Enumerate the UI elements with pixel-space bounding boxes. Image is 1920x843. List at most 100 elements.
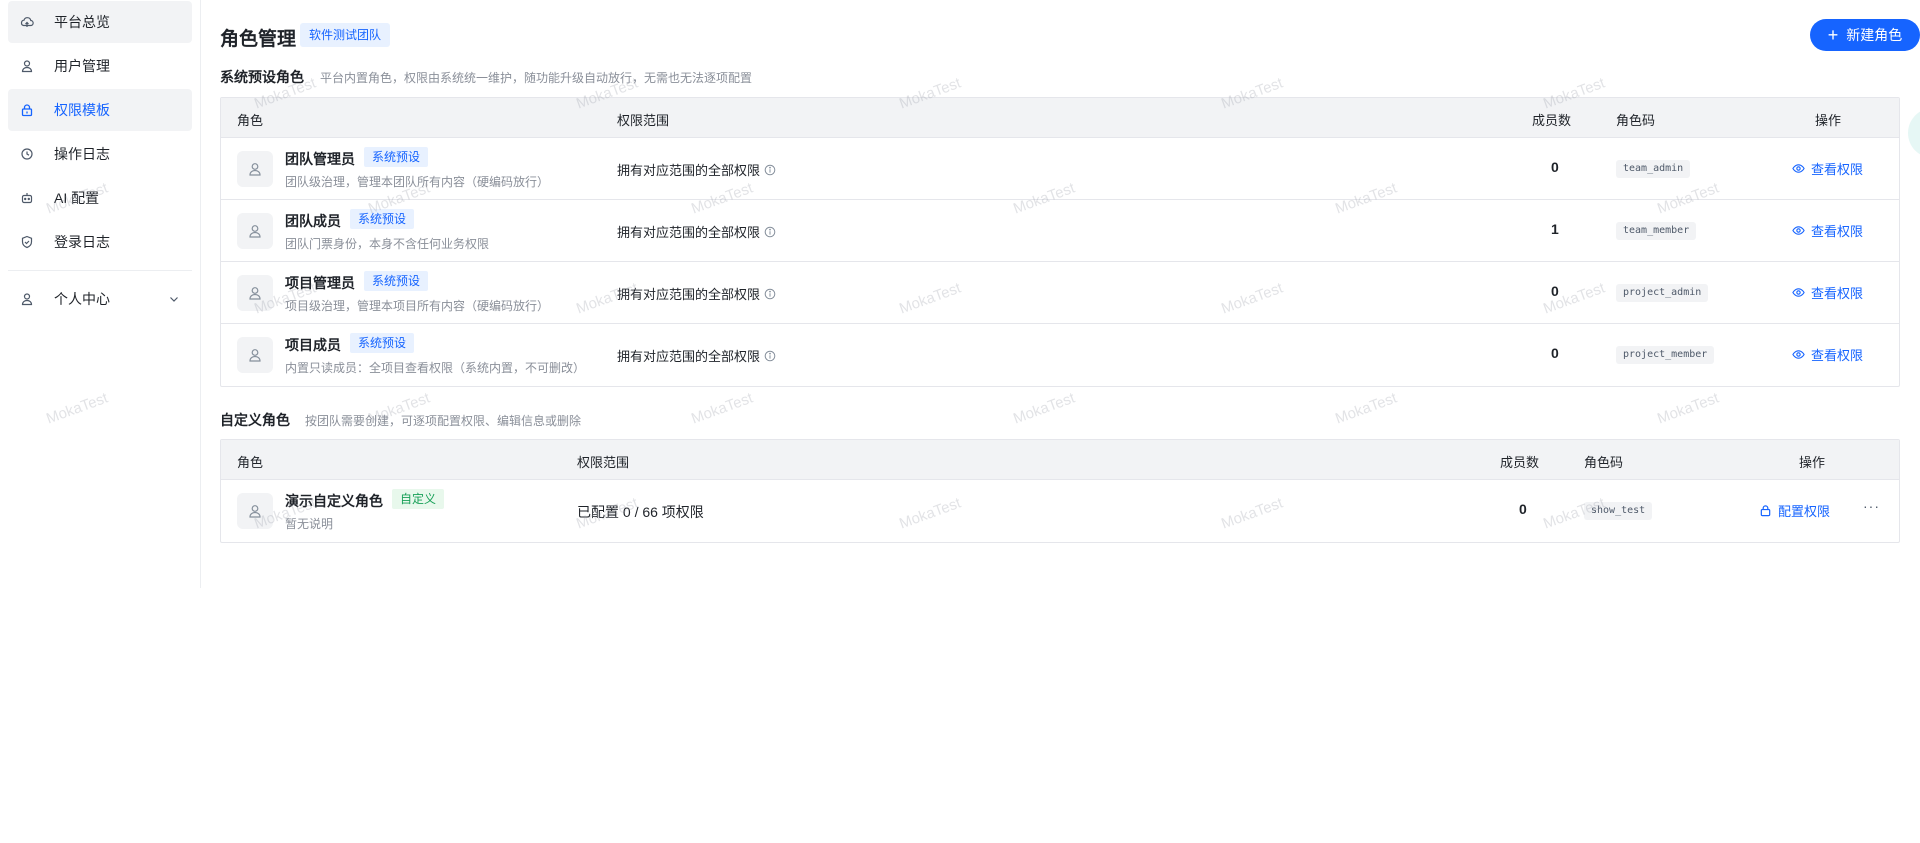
role-tag: 系统预设 (350, 333, 415, 353)
role-tag: 系统预设 (364, 271, 429, 291)
role-code: team_admin (1616, 160, 1691, 178)
view-permissions-link[interactable]: 查看权限 (1792, 159, 1863, 178)
user-icon (20, 292, 34, 306)
sidebar-item-label: 平台总览 (54, 14, 110, 30)
avatar (237, 493, 273, 529)
scope-text: 拥有对应范围的全部权限 (617, 225, 761, 240)
role-name: 团队成员 (285, 213, 341, 229)
table-row: 团队成员 系统预设 团队门票身份，本身不含任何业务权限 拥有对应范围的全部权限 … (221, 200, 1899, 262)
view-permissions-link[interactable]: 查看权限 (1792, 345, 1863, 364)
eye-icon (1792, 286, 1805, 299)
permission-scope: 拥有对应范围的全部权限 (617, 222, 776, 241)
sidebar-item-personal-center[interactable]: 个人中心 (8, 278, 192, 320)
lock-icon (20, 103, 34, 117)
table-row: 团队管理员 系统预设 团队级治理，管理本团队所有内容（硬编码放行） 拥有对应范围… (221, 138, 1899, 200)
custom-roles-table: 角色 权限范围 成员数 角色码 操作 演示自定义角色 自定义 暂无说明 已配置 … (220, 439, 1900, 543)
eye-icon (1792, 162, 1805, 175)
watermark-text: MokaTest (1333, 389, 1400, 428)
sidebar-item-permission-templates[interactable]: 权限模板 (8, 89, 192, 131)
new-role-button[interactable]: + 新建角色 (1810, 19, 1920, 51)
sidebar-item-label: 登录日志 (54, 234, 110, 250)
sidebar-item-label: 操作日志 (54, 146, 110, 162)
watermark-text: MokaTest (689, 389, 756, 428)
custom-section-desc: 按团队需要创建，可逐项配置权限、编辑信息或删除 (305, 414, 582, 428)
system-section-desc: 平台内置角色，权限由系统统一维护，随功能升级自动放行，无需也无法逐项配置 (320, 71, 753, 85)
sidebar-item-operation-log[interactable]: 操作日志 (8, 133, 192, 175)
info-icon[interactable] (764, 226, 776, 238)
column-actions: 操作 (1815, 113, 1842, 128)
info-icon[interactable] (764, 164, 776, 176)
plus-icon: + (1827, 25, 1839, 45)
info-icon[interactable] (764, 350, 776, 362)
permission-scope: 拥有对应范围的全部权限 (617, 160, 776, 179)
sidebar-item-login-log[interactable]: 登录日志 (8, 221, 192, 263)
scope-text: 拥有对应范围的全部权限 (617, 287, 761, 302)
column-members: 成员数 (1532, 113, 1572, 128)
watermark-text: MokaTest (1011, 389, 1078, 428)
table-header: 角色 权限范围 成员数 角色码 操作 (221, 98, 1899, 138)
sidebar: 平台总览 用户管理 权限模板 操作日志 AI 配置 登录日志 个人中心 (0, 0, 201, 588)
eye-icon (1792, 348, 1805, 361)
role-tag: 系统预设 (364, 147, 429, 167)
member-count: 0 (1551, 345, 1559, 361)
sidebar-item-user-management[interactable]: 用户管理 (8, 45, 192, 87)
avatar (237, 151, 273, 187)
view-permissions-link[interactable]: 查看权限 (1792, 221, 1863, 240)
sidebar-item-platform-overview[interactable]: 平台总览 (8, 1, 192, 43)
team-tag: 软件测试团队 (300, 23, 391, 47)
column-scope: 权限范围 (617, 113, 670, 128)
avatar (237, 275, 273, 311)
column-code: 角色码 (1584, 455, 1624, 470)
role-name: 项目成员 (285, 337, 341, 353)
eye-icon (1792, 224, 1805, 237)
action-label: 查看权限 (1811, 224, 1864, 239)
custom-section-title: 自定义角色 (220, 412, 290, 428)
action-label: 查看权限 (1811, 286, 1864, 301)
role-name: 演示自定义角色 (285, 493, 383, 509)
floating-assistant-button[interactable] (1908, 108, 1920, 158)
role-desc: 内置只读成员：全项目查看权限（系统内置，不可删改） (285, 361, 586, 375)
cloud-icon (20, 15, 34, 29)
scope-text: 拥有对应范围的全部权限 (617, 163, 761, 178)
user-icon (20, 59, 34, 73)
view-permissions-link[interactable]: 查看权限 (1792, 283, 1863, 302)
sidebar-item-label: AI 配置 (54, 190, 100, 206)
table-row: 项目管理员 系统预设 项目级治理，管理本项目所有内容（硬编码放行） 拥有对应范围… (221, 262, 1899, 324)
avatar (237, 213, 273, 249)
action-label: 配置权限 (1778, 504, 1831, 519)
action-label: 查看权限 (1811, 162, 1864, 177)
role-desc: 团队门票身份，本身不含任何业务权限 (285, 237, 490, 251)
system-roles-table: 角色 权限范围 成员数 角色码 操作 团队管理员 系统预设 团队级治理，管理本团… (220, 97, 1900, 387)
scope-text: 拥有对应范围的全部权限 (617, 349, 761, 364)
column-code: 角色码 (1616, 113, 1656, 128)
watermark-text: MokaTest (1655, 389, 1722, 428)
table-row: 演示自定义角色 自定义 暂无说明 已配置 0 / 66 项权限 0 show_t… (221, 480, 1899, 542)
sidebar-item-ai-config[interactable]: AI 配置 (8, 177, 192, 219)
lock-icon (1759, 504, 1772, 517)
system-section-title: 系统预设角色 (220, 69, 304, 85)
member-count: 0 (1551, 159, 1559, 175)
role-code: project_admin (1616, 284, 1709, 302)
member-count: 0 (1519, 501, 1527, 517)
column-actions: 操作 (1799, 455, 1826, 470)
sidebar-item-label: 权限模板 (54, 102, 110, 118)
robot-icon (20, 191, 34, 205)
member-count: 1 (1551, 221, 1559, 237)
page-title: 角色管理 (220, 29, 297, 50)
sidebar-item-label: 用户管理 (54, 58, 110, 74)
action-label: 查看权限 (1811, 348, 1864, 363)
info-icon[interactable] (764, 288, 776, 300)
role-desc: 团队级治理，管理本团队所有内容（硬编码放行） (285, 175, 550, 189)
role-tag: 系统预设 (350, 209, 415, 229)
permission-scope: 拥有对应范围的全部权限 (617, 284, 776, 303)
table-header: 角色 权限范围 成员数 角色码 操作 (221, 440, 1899, 480)
role-name: 项目管理员 (285, 275, 355, 291)
table-row: 项目成员 系统预设 内置只读成员：全项目查看权限（系统内置，不可删改） 拥有对应… (221, 324, 1899, 386)
sidebar-divider (8, 270, 192, 271)
more-actions-button[interactable]: ··· (1863, 498, 1880, 514)
configure-permissions-link[interactable]: 配置权限 (1759, 501, 1830, 520)
avatar (237, 337, 273, 373)
role-name: 团队管理员 (285, 151, 355, 167)
column-members: 成员数 (1500, 455, 1540, 470)
shield-icon (20, 235, 34, 249)
